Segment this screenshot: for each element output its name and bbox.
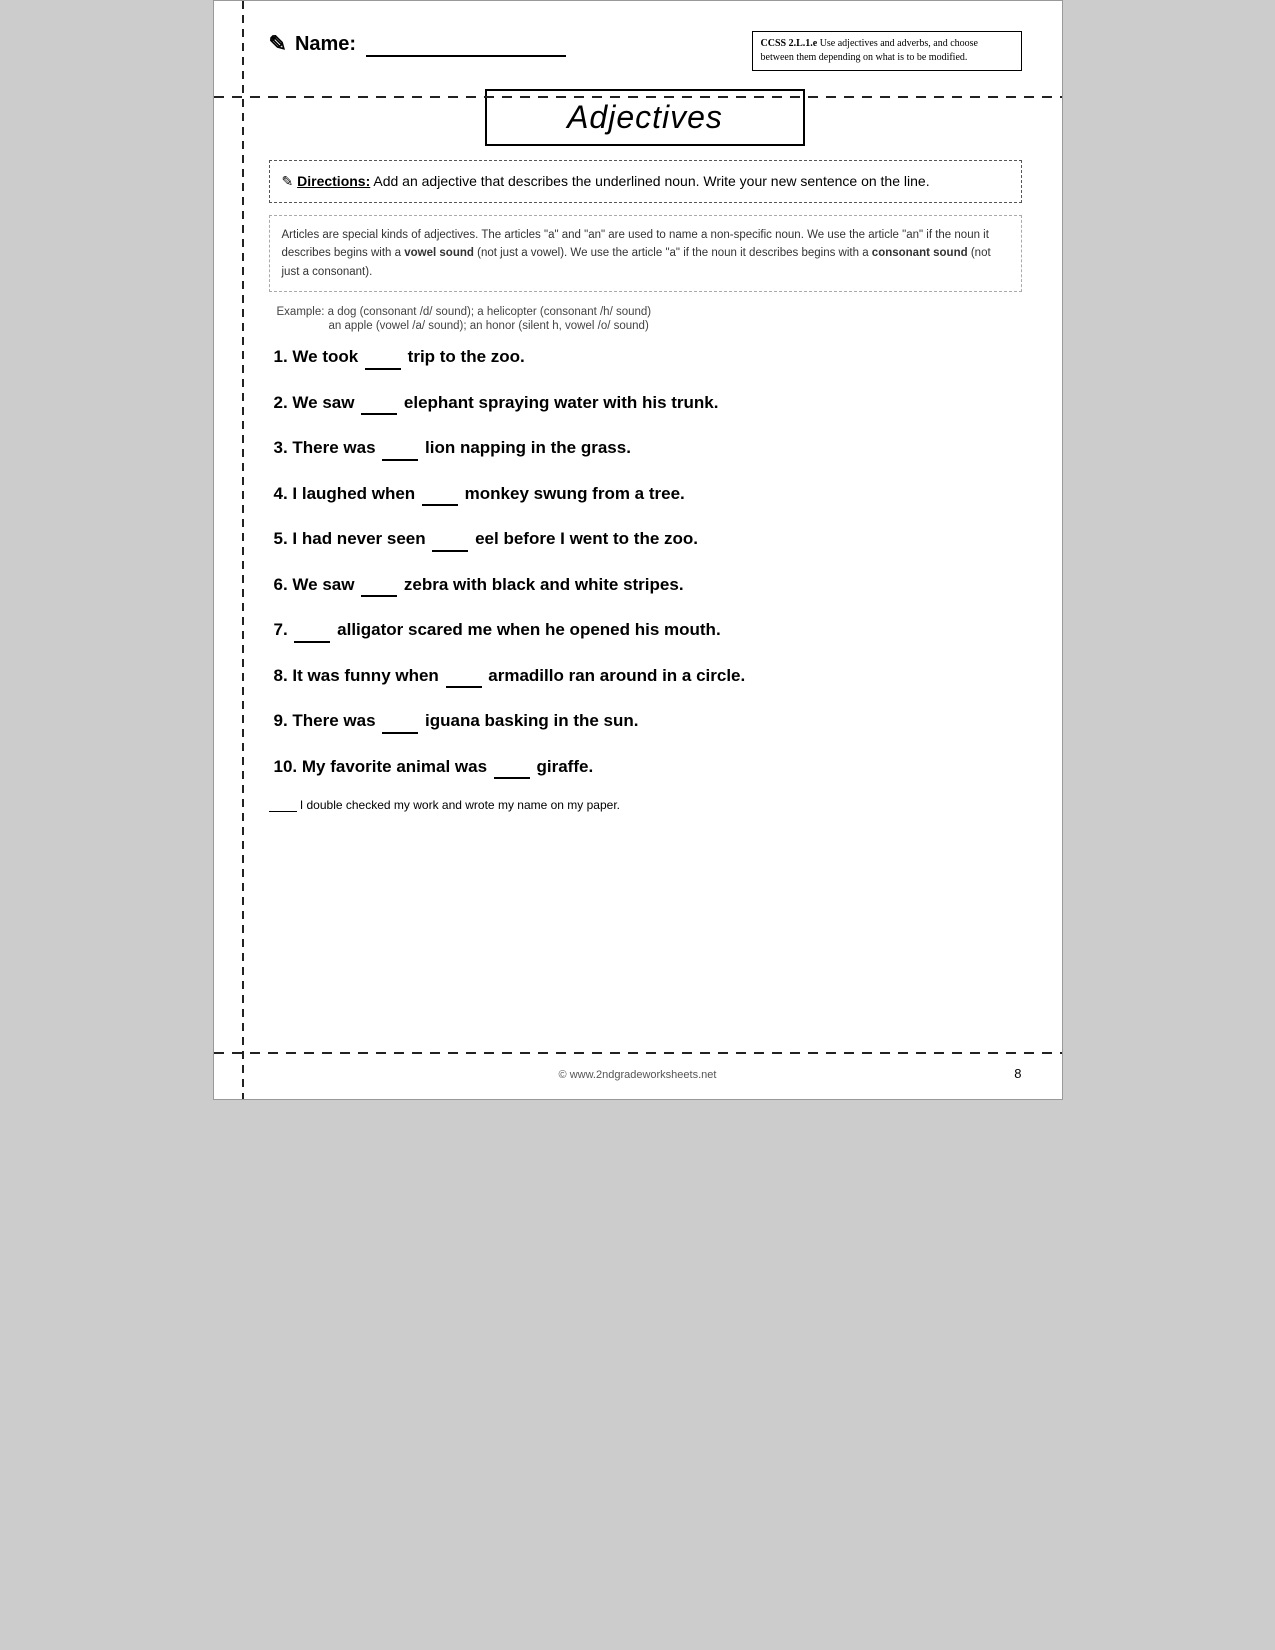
info-consonant-bold: consonant sound bbox=[872, 247, 968, 259]
q2-num: 2. bbox=[274, 393, 288, 412]
q8-num: 8. bbox=[274, 666, 288, 685]
q10-blank[interactable] bbox=[494, 752, 530, 780]
q3-num: 3. bbox=[274, 438, 288, 457]
directions-box: ✎ Directions: Add an adjective that desc… bbox=[269, 160, 1022, 203]
q1-blank[interactable] bbox=[365, 342, 401, 370]
info-vowel-bold: vowel sound bbox=[404, 247, 474, 259]
q9-blank[interactable] bbox=[382, 706, 418, 734]
page-title: Adjectives bbox=[567, 99, 723, 135]
question-8: 8. It was funny when armadillo ran aroun… bbox=[274, 661, 1022, 689]
q6-blank[interactable] bbox=[361, 570, 397, 598]
left-dashed-border bbox=[242, 1, 244, 1099]
pencil-icon: ✎ bbox=[269, 31, 287, 57]
q4-blank[interactable] bbox=[422, 479, 458, 507]
directions-text: Add an adjective that describes the unde… bbox=[373, 173, 929, 189]
question-3: 3. There was lion napping in the grass. bbox=[274, 433, 1022, 461]
q5-blank[interactable] bbox=[432, 524, 468, 552]
q7-num: 7. bbox=[274, 620, 288, 639]
top-dashed-border bbox=[214, 96, 1062, 98]
questions-section: 1. We took trip to the zoo. 2. We saw el… bbox=[269, 342, 1022, 779]
directions-icon: ✎ bbox=[282, 173, 294, 189]
self-check-blank[interactable] bbox=[269, 797, 297, 812]
name-underline bbox=[366, 32, 566, 57]
ccss-code: CCSS 2.L.1.e bbox=[761, 38, 818, 49]
question-9: 9. There was iguana basking in the sun. bbox=[274, 706, 1022, 734]
page-number: 8 bbox=[1014, 1066, 1021, 1081]
q9-num: 9. bbox=[274, 711, 288, 730]
question-2: 2. We saw elephant spraying water with h… bbox=[274, 388, 1022, 416]
q2-blank[interactable] bbox=[361, 388, 397, 416]
info-mid: (not just a vowel). We use the article "… bbox=[477, 247, 868, 259]
question-7: 7. alligator scared me when he opened hi… bbox=[274, 615, 1022, 643]
q4-num: 4. bbox=[274, 484, 288, 503]
info-box: Articles are special kinds of adjectives… bbox=[269, 215, 1022, 292]
q3-blank[interactable] bbox=[382, 433, 418, 461]
q1-num: 1. bbox=[274, 347, 288, 366]
question-6: 6. We saw zebra with black and white str… bbox=[274, 570, 1022, 598]
name-field: ✎ Name: bbox=[269, 31, 567, 57]
directions-label: Directions: bbox=[297, 173, 370, 189]
example-line-1: Example: a dog (consonant /d/ sound); a … bbox=[269, 306, 1022, 318]
q8-blank[interactable] bbox=[446, 661, 482, 689]
question-5: 5. I had never seen eel before I went to… bbox=[274, 524, 1022, 552]
self-check-text: I double checked my work and wrote my na… bbox=[300, 798, 620, 812]
q10-num: 10. bbox=[274, 757, 298, 776]
header-section: ✎ Name: CCSS 2.L.1.e Use adjectives and … bbox=[269, 31, 1022, 71]
q6-num: 6. bbox=[274, 575, 288, 594]
question-1: 1. We took trip to the zoo. bbox=[274, 342, 1022, 370]
bottom-dashed-border bbox=[214, 1052, 1062, 1054]
name-label: Name: bbox=[295, 33, 356, 56]
ccss-standards-box: CCSS 2.L.1.e Use adjectives and adverbs,… bbox=[752, 31, 1022, 71]
worksheet-page: ✎ Name: CCSS 2.L.1.e Use adjectives and … bbox=[213, 0, 1063, 1100]
self-check: I double checked my work and wrote my na… bbox=[269, 797, 1022, 812]
q7-blank[interactable] bbox=[294, 615, 330, 643]
example-line-2: an apple (vowel /a/ sound); an honor (si… bbox=[269, 320, 1022, 332]
question-4: 4. I laughed when monkey swung from a tr… bbox=[274, 479, 1022, 507]
footer-copyright: © www.2ndgradeworksheets.net bbox=[559, 1069, 717, 1081]
q5-num: 5. bbox=[274, 529, 288, 548]
question-10: 10. My favorite animal was giraffe. bbox=[274, 752, 1022, 780]
footer: © www.2ndgradeworksheets.net bbox=[214, 1069, 1062, 1081]
